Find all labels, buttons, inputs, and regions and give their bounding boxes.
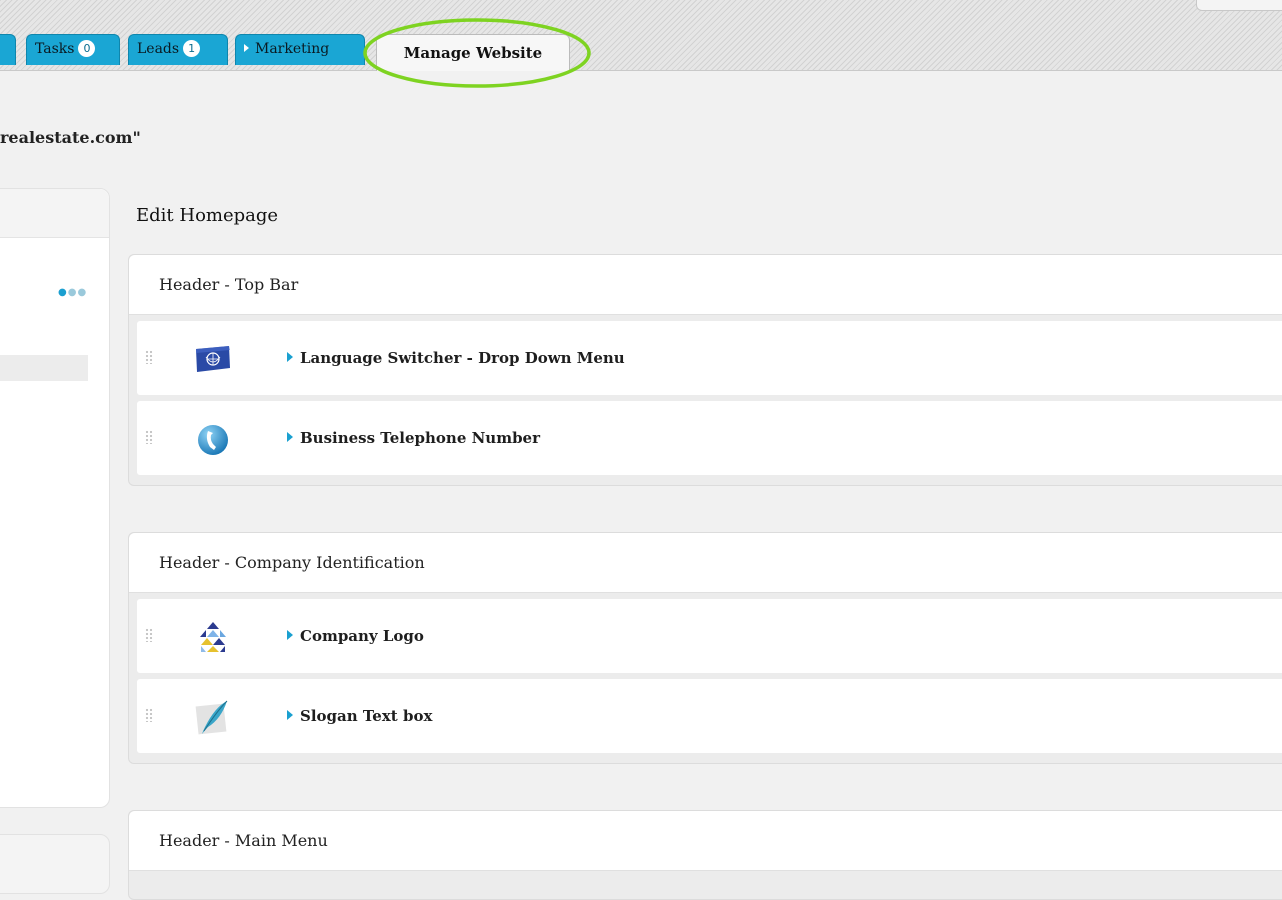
tab-tasks[interactable]: Tasks 0 bbox=[26, 34, 120, 65]
section-header-main-menu: Header - Main Menu bbox=[128, 810, 1282, 900]
item-label[interactable]: Company Logo bbox=[287, 599, 424, 673]
tab-marketing[interactable]: Marketing bbox=[235, 34, 365, 65]
tab-partial[interactable] bbox=[0, 34, 16, 65]
leads-count-badge: 1 bbox=[183, 40, 201, 57]
item-label[interactable]: Slogan Text box bbox=[287, 679, 432, 753]
sidebar-panel bbox=[0, 188, 110, 808]
tab-leads[interactable]: Leads 1 bbox=[128, 34, 228, 65]
sidebar-panel-secondary bbox=[0, 834, 110, 894]
section-title: Header - Top Bar bbox=[129, 255, 1282, 315]
item-label-text: Business Telephone Number bbox=[300, 429, 541, 447]
website-domain-text: realestate.com" bbox=[0, 128, 141, 147]
list-item-company-logo[interactable]: Company Logo bbox=[137, 599, 1282, 673]
expand-arrow-icon bbox=[244, 44, 249, 52]
section-title: Header - Main Menu bbox=[129, 811, 1282, 871]
section-header-top-bar: Header - Top Bar Language Switcher - Dro… bbox=[128, 254, 1282, 486]
sidebar-selected-item[interactable] bbox=[0, 355, 88, 381]
tasks-count-badge: 0 bbox=[78, 40, 96, 57]
expand-arrow-icon bbox=[287, 352, 293, 362]
sidebar-header bbox=[0, 189, 109, 238]
drag-handle-icon[interactable] bbox=[145, 430, 153, 444]
drag-handle-icon[interactable] bbox=[145, 350, 153, 364]
list-item-language-switcher[interactable]: Language Switcher - Drop Down Menu bbox=[137, 321, 1282, 395]
more-options-icon[interactable]: ●●● bbox=[58, 287, 87, 298]
top-tab-bar: Tasks 0 Leads 1 Marketing Manage Website bbox=[0, 0, 1282, 88]
telephone-icon bbox=[198, 425, 228, 455]
expand-arrow-icon bbox=[287, 630, 293, 640]
item-label[interactable]: Business Telephone Number bbox=[287, 401, 540, 475]
tab-marketing-label: Marketing bbox=[255, 41, 330, 57]
page-title: Edit Homepage bbox=[136, 205, 279, 226]
item-label-text: Language Switcher - Drop Down Menu bbox=[300, 349, 625, 367]
list-item-slogan-text-box[interactable]: Slogan Text box bbox=[137, 679, 1282, 753]
item-label-text: Slogan Text box bbox=[300, 707, 433, 725]
corner-widget bbox=[1196, 0, 1282, 11]
feather-quill-icon bbox=[195, 700, 228, 735]
logo-icon bbox=[200, 622, 226, 652]
drag-handle-icon[interactable] bbox=[145, 708, 153, 722]
item-label[interactable]: Language Switcher - Drop Down Menu bbox=[287, 321, 625, 395]
item-label-text: Company Logo bbox=[300, 627, 424, 645]
section-title: Header - Company Identification bbox=[129, 533, 1282, 593]
section-header-company-identification: Header - Company Identification Company … bbox=[128, 532, 1282, 764]
list-item-business-telephone[interactable]: Business Telephone Number bbox=[137, 401, 1282, 475]
tab-manage-website[interactable]: Manage Website bbox=[376, 34, 570, 71]
expand-arrow-icon bbox=[287, 432, 293, 442]
drag-handle-icon[interactable] bbox=[145, 628, 153, 642]
tab-leads-label: Leads bbox=[137, 41, 180, 57]
flag-icon bbox=[196, 346, 230, 372]
expand-arrow-icon bbox=[287, 710, 293, 720]
tab-tasks-label: Tasks bbox=[35, 41, 75, 57]
